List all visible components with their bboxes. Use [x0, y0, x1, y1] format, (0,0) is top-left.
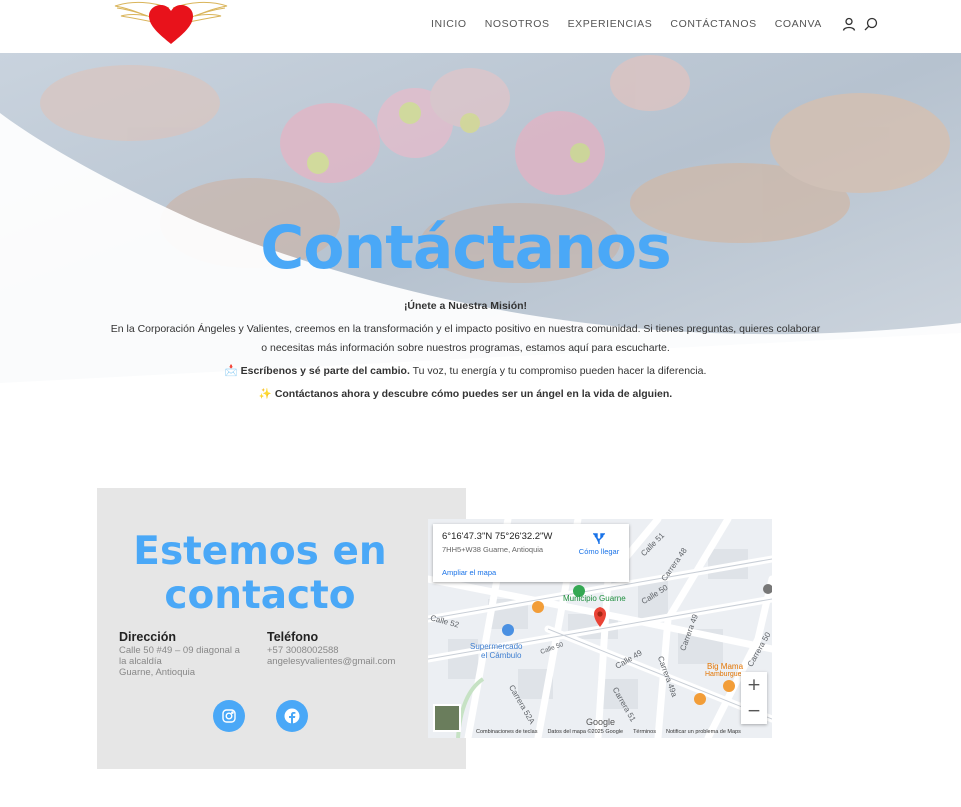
google-logo: Google — [586, 717, 616, 727]
page-title: Contáctanos — [260, 213, 672, 283]
email-address: angelesyvalientes@gmail.com — [267, 656, 396, 667]
directions-label: Cómo llegar — [578, 547, 620, 556]
envelope-icon: 📩 — [224, 365, 238, 377]
map-label-supermercado: Supermercado — [470, 642, 523, 651]
facebook-icon — [284, 708, 300, 724]
contact-title: Estemos en contacto — [97, 530, 423, 618]
hero-line-2: ✨ Contáctanos ahora y descubre cómo pued… — [110, 385, 821, 404]
site-header: INICIO NOSOTROS EXPERIENCIAS CONTÁCTANOS… — [0, 0, 961, 53]
facebook-button[interactable] — [276, 700, 308, 732]
enlarge-map-link[interactable]: Ampliar el mapa — [442, 568, 496, 577]
main-nav: INICIO NOSOTROS EXPERIENCIAS CONTÁCTANOS… — [431, 17, 884, 31]
map-zoom-controls: + − — [741, 672, 767, 724]
hero-line-1-bold: Escríbenos y sé parte del cambio. — [240, 365, 410, 377]
phone-number: +57 3008002588 — [267, 645, 339, 656]
nav-experiencias[interactable]: EXPERIENCIAS — [568, 18, 653, 30]
address-line-3: Guarne, Antioquia — [119, 667, 196, 678]
contact-card: Estemos en contacto Dirección Calle 50 #… — [97, 488, 466, 769]
hero-section: Contáctanos ¡Únete a Nuestra Misión! En … — [0, 53, 961, 418]
phone-label: Teléfono — [267, 630, 319, 644]
instagram-icon — [222, 709, 236, 723]
instagram-button[interactable] — [213, 700, 245, 732]
contact-title-line-1: Estemos en — [133, 529, 387, 574]
nav-inicio[interactable]: INICIO — [431, 18, 467, 30]
map-footer-data: Datos del mapa ©2025 Google — [547, 729, 624, 735]
sparkles-icon: ✨ — [258, 388, 272, 400]
map-label-hamburguesa: Hamburgue — [705, 671, 742, 678]
map-label-cambulo: el Cámbulo — [481, 651, 522, 660]
contact-title-line-2: contacto — [164, 573, 356, 618]
address-label: Dirección — [119, 630, 176, 644]
map-label-municipio: Municipio Guarne — [563, 594, 626, 603]
hero-line-1-rest: Tu voz, tu energía y tu compromiso puede… — [409, 365, 707, 377]
zoom-out-button[interactable]: − — [741, 698, 767, 724]
map-info-card: 6°16'47.3"N 75°26'32.2"W 7HH5+W38 Guarne… — [433, 524, 629, 582]
map-footer-shortcuts[interactable]: Combinaciones de teclas — [476, 729, 537, 735]
map-footer-report[interactable]: Notificar un problema de Maps — [666, 729, 741, 735]
directions-icon — [592, 533, 606, 544]
user-icon[interactable] — [842, 17, 856, 31]
nav-nosotros[interactable]: NOSOTROS — [485, 18, 550, 30]
hero-line-2-bold: Contáctanos ahora y descubre cómo puedes… — [274, 388, 673, 400]
hero-paragraph: En la Corporación Ángeles y Valientes, c… — [110, 323, 821, 354]
map-plus-code: 7HH5+W38 Guarne, Antioquia — [442, 545, 544, 554]
map-footer: Combinaciones de teclas Datos del mapa ©… — [476, 729, 751, 735]
hero-text: ¡Únete a Nuestra Misión! En la Corporaci… — [110, 297, 821, 408]
map-coordinates: 6°16'47.3"N 75°26'32.2"W — [442, 531, 553, 542]
map-footer-terms[interactable]: Términos — [633, 729, 656, 735]
address-block: Dirección Calle 50 #49 – 09 diagonal a l… — [119, 630, 240, 678]
address-line-1: Calle 50 #49 – 09 diagonal a — [119, 645, 240, 656]
map-label-bigmama: Big Mama — [707, 662, 744, 671]
search-icon[interactable] — [864, 17, 878, 31]
hero-line-1: 📩 Escríbenos y sé parte del cambio. Tu v… — [110, 362, 821, 381]
directions-button[interactable]: Cómo llegar — [577, 533, 621, 556]
zoom-in-button[interactable]: + — [741, 672, 767, 698]
address-line-2: la alcaldía — [119, 656, 162, 667]
nav-contactanos[interactable]: CONTÁCTANOS — [670, 18, 756, 30]
nav-coanva[interactable]: COANVA — [775, 18, 822, 30]
hero-heading: ¡Únete a Nuestra Misión! — [403, 300, 528, 312]
logo[interactable] — [113, 0, 229, 44]
phone-block: Teléfono +57 3008002588 angelesyvaliente… — [267, 630, 395, 667]
